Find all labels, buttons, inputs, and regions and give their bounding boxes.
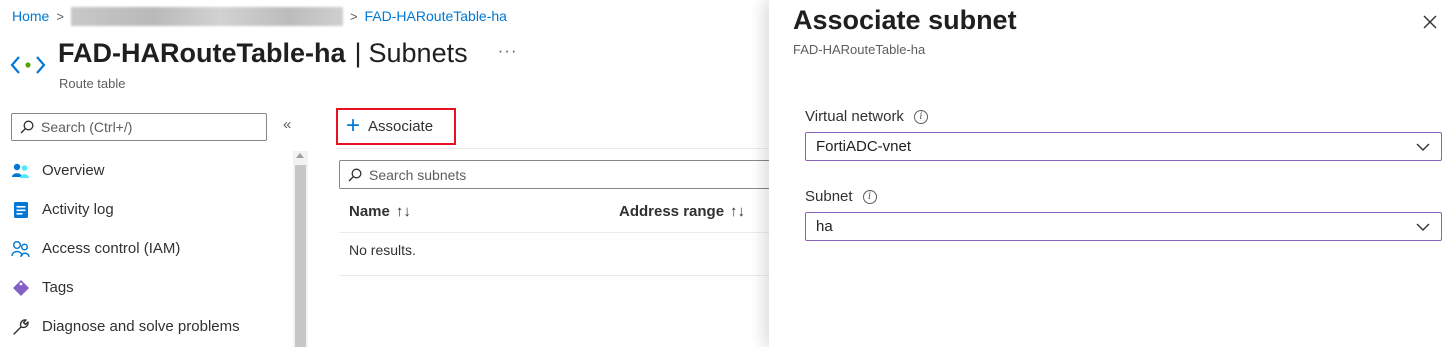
resource-type: Route table xyxy=(59,76,126,91)
sidebar-item-label: Activity log xyxy=(42,201,114,218)
field-label-text: Virtual network xyxy=(805,108,904,125)
breadcrumb-home-link[interactable]: Home xyxy=(12,8,49,24)
sidebar-item-overview[interactable]: Overview xyxy=(0,151,292,190)
empty-state-text: No results. xyxy=(349,242,416,258)
sidebar-search-input[interactable]: Search (Ctrl+/) xyxy=(11,113,267,141)
divider xyxy=(339,232,769,233)
subnet-search-placeholder: Search subnets xyxy=(369,166,467,183)
sidebar-item-label: Overview xyxy=(42,162,105,179)
panel-subtitle: FAD-HARouteTable-ha xyxy=(793,42,926,57)
virtual-network-dropdown[interactable]: FortiADC-vnet xyxy=(805,132,1442,161)
sidebar-item-diagnose[interactable]: Diagnose and solve problems xyxy=(0,307,292,346)
chevron-down-icon xyxy=(1416,143,1430,151)
overview-icon xyxy=(11,161,31,181)
panel-title: Associate subnet xyxy=(793,5,1017,35)
breadcrumb: Home > > FAD-HARouteTable-ha xyxy=(12,6,507,26)
sidebar-item-label: Diagnose and solve problems xyxy=(42,318,240,335)
breadcrumb-redacted-item xyxy=(70,6,343,26)
sidebar-item-access-control[interactable]: Access control (IAM) xyxy=(0,229,292,268)
title-separator: | xyxy=(354,38,362,68)
more-actions-button[interactable]: ··· xyxy=(498,41,518,61)
sidebar-item-tags[interactable]: Tags xyxy=(0,268,292,307)
route-table-icon xyxy=(10,54,46,76)
scroll-up-arrow-icon[interactable] xyxy=(296,153,304,158)
collapse-sidebar-button[interactable]: « xyxy=(283,116,291,133)
subnet-dropdown[interactable]: ha xyxy=(805,212,1442,241)
info-icon[interactable]: i xyxy=(913,109,928,124)
dropdown-value: FortiADC-vnet xyxy=(816,138,912,155)
search-icon xyxy=(20,120,34,134)
page-title: FAD-HARouteTable-ha | Subnets ··· xyxy=(58,38,518,69)
subnet-label: Subnet i xyxy=(805,188,877,205)
sidebar-nav: Overview Activity log Access control (IA… xyxy=(0,151,292,346)
close-icon[interactable] xyxy=(1419,11,1441,33)
column-header-name[interactable]: Name ↑↓ xyxy=(349,203,411,220)
scrollbar-thumb[interactable] xyxy=(295,165,306,347)
sidebar-item-label: Tags xyxy=(42,279,74,296)
divider xyxy=(339,275,769,276)
column-header-address-range[interactable]: Address range ↑↓ xyxy=(619,203,745,220)
associate-button[interactable]: + Associate xyxy=(336,108,456,145)
info-icon[interactable]: i xyxy=(862,189,877,204)
sidebar-item-activity-log[interactable]: Activity log xyxy=(0,190,292,229)
sort-icon[interactable]: ↑↓ xyxy=(396,203,411,220)
associate-subnet-panel: Associate subnet FAD-HARouteTable-ha Vir… xyxy=(769,0,1455,347)
breadcrumb-current-link[interactable]: FAD-HARouteTable-ha xyxy=(365,8,507,24)
access-control-icon xyxy=(11,239,31,259)
chevron-down-icon xyxy=(1416,223,1430,231)
breadcrumb-separator: > xyxy=(349,8,358,24)
wrench-icon xyxy=(11,317,31,337)
column-header-label: Address range xyxy=(619,203,725,220)
column-header-label: Name xyxy=(349,203,390,220)
plus-icon: + xyxy=(346,111,361,139)
sidebar-search-placeholder: Search (Ctrl+/) xyxy=(41,119,133,135)
subnet-search-input[interactable]: Search subnets xyxy=(339,160,779,189)
tag-icon xyxy=(11,278,31,298)
sidebar-item-label: Access control (IAM) xyxy=(42,240,181,257)
sort-icon[interactable]: ↑↓ xyxy=(730,203,745,220)
section-name: Subnets xyxy=(368,38,468,68)
associate-button-label: Associate xyxy=(368,118,434,135)
virtual-network-label: Virtual network i xyxy=(805,108,928,125)
sidebar-scrollbar[interactable] xyxy=(293,151,308,347)
divider xyxy=(336,148,768,149)
dropdown-value: ha xyxy=(816,218,833,235)
field-label-text: Subnet xyxy=(805,188,853,205)
activity-log-icon xyxy=(11,200,31,220)
search-icon xyxy=(348,168,362,181)
resource-name: FAD-HARouteTable-ha xyxy=(58,38,346,68)
breadcrumb-separator: > xyxy=(56,8,64,24)
